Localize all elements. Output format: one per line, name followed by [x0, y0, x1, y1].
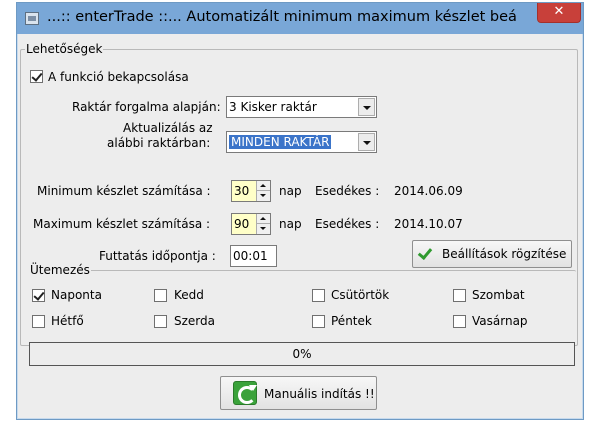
maximum-due-date: 2014.10.07	[394, 217, 463, 231]
window-title: ...:: enterTrade ::... Automatizált mini…	[47, 9, 517, 25]
sunday-label: Vasárnap	[472, 314, 528, 328]
update-warehouse-select-value: MINDEN RAKTÁR	[229, 135, 332, 149]
wednesday-checkbox[interactable]	[154, 315, 167, 328]
wednesday-label: Szerda	[174, 314, 215, 328]
maximum-days-unit: nap	[279, 217, 302, 231]
enable-function-label: A funkció bekapcsolása	[48, 70, 189, 84]
thursday-checkbox[interactable]	[312, 289, 325, 302]
daily-label: Naponta	[51, 288, 102, 302]
thursday-label: Csütörtök	[331, 288, 390, 302]
run-time-input[interactable]: 00:01	[230, 245, 277, 267]
minimum-days-stepper[interactable]: 30	[231, 180, 271, 202]
monday-checkbox[interactable]	[32, 315, 45, 328]
enable-function-checkbox[interactable]	[30, 70, 43, 83]
minimum-days-value: 30	[234, 184, 250, 198]
friday-label: Péntek	[331, 314, 372, 328]
warehouse-label: Raktár forgalma alapján:	[72, 100, 221, 114]
app-icon	[25, 12, 39, 25]
sunday-checkbox[interactable]	[453, 315, 466, 328]
checkmark-icon	[417, 244, 433, 261]
friday-checkbox[interactable]	[312, 315, 325, 328]
maximum-stock-label: Maximum készlet számítása :	[33, 217, 211, 231]
update-warehouse-select[interactable]: MINDEN RAKTÁR	[226, 131, 377, 153]
refresh-icon	[233, 381, 257, 405]
tuesday-checkbox[interactable]	[154, 289, 167, 302]
warehouse-select-value: 3 Kisker raktár	[229, 100, 317, 114]
spin-down-icon[interactable]	[256, 191, 270, 201]
minimum-stock-label: Minimum készlet számítása :	[37, 184, 211, 198]
run-time-label: Futtatás időpontja :	[99, 249, 216, 263]
warehouse-select[interactable]: 3 Kisker raktár	[226, 96, 377, 118]
chevron-down-icon[interactable]	[358, 133, 375, 151]
tuesday-label: Kedd	[174, 288, 204, 302]
spin-down-icon[interactable]	[256, 224, 270, 234]
save-settings-label: Beállítások rögzítése	[442, 247, 567, 261]
options-group-label: Lehetőségek	[25, 42, 104, 56]
schedule-group-label: Ütemezés	[29, 263, 91, 277]
maximum-due-label: Esedékes :	[315, 217, 380, 231]
dialog-window: ...:: enterTrade ::... Automatizált mini…	[16, 2, 584, 420]
update-warehouse-label-line2: alábbi raktárban:	[107, 136, 211, 150]
minimum-due-date: 2014.06.09	[394, 184, 463, 198]
chevron-down-icon[interactable]	[358, 98, 375, 116]
manual-start-label: Manuális indítás !!	[264, 387, 375, 401]
schedule-group: Ütemezés Naponta Kedd Csütörtök Szombat …	[29, 263, 576, 332]
progress-bar: 0%	[29, 342, 575, 366]
monday-label: Hétfő	[51, 314, 84, 328]
maximum-days-value: 90	[234, 217, 250, 231]
daily-checkbox[interactable]	[32, 289, 45, 302]
close-button[interactable]: ✕	[537, 3, 581, 23]
minimum-days-unit: nap	[279, 184, 302, 198]
minimum-due-label: Esedékes :	[315, 184, 380, 198]
update-warehouse-label-line1: Aktualizálás az	[123, 121, 213, 135]
spin-up-icon[interactable]	[256, 181, 270, 191]
spin-up-icon[interactable]	[256, 214, 270, 224]
progress-text: 0%	[292, 347, 312, 361]
save-settings-button[interactable]: Beállítások rögzítése	[412, 240, 572, 268]
dialog-content: Lehetőségek A funkció bekapcsolása Raktá…	[20, 34, 580, 417]
maximum-days-stepper[interactable]: 90	[231, 213, 271, 235]
saturday-checkbox[interactable]	[453, 289, 466, 302]
manual-start-button[interactable]: Manuális indítás !!	[220, 376, 377, 410]
title-bar[interactable]: ...:: enterTrade ::... Automatizált mini…	[17, 3, 583, 34]
saturday-label: Szombat	[472, 288, 525, 302]
